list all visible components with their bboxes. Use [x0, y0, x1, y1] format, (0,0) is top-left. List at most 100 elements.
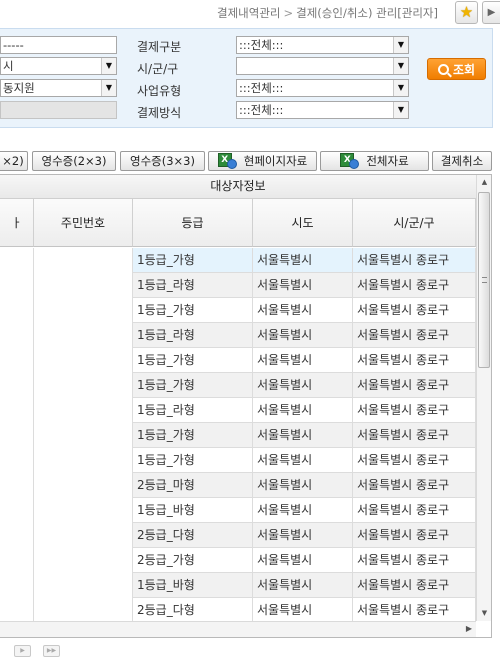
select-business-type[interactable]: :::전체::: ▼ — [236, 79, 409, 97]
cell-id — [34, 248, 133, 273]
table-row[interactable]: 1등급_가형 서울특별시 서울특별시 종로구 — [0, 448, 476, 473]
cell-sigungu: 서울특별시 종로구 — [353, 248, 476, 273]
cell-c0 — [0, 598, 34, 623]
select-sigungu[interactable]: ▼ — [236, 57, 409, 75]
cell-grade: 1등급_바형 — [133, 573, 253, 598]
cell-grade: 1등급_가형 — [133, 248, 253, 273]
chevron-down-icon: ▼ — [393, 37, 408, 53]
table-row[interactable]: 1등급_가형 서울특별시 서울특별시 종로구 — [0, 423, 476, 448]
receipt-2x3-button[interactable]: 영수증(2×3) — [32, 151, 116, 171]
table-row[interactable]: 1등급_라형 서울특별시 서울특별시 종로구 — [0, 323, 476, 348]
export-current-page-button[interactable]: X 현페이지자료 — [208, 151, 317, 171]
select-city[interactable]: 시 ▼ — [0, 57, 117, 75]
receipt-3x3-button[interactable]: 영수증(3×3) — [120, 151, 205, 171]
export-all-button[interactable]: X 전체자료 — [320, 151, 429, 171]
cell-sido: 서울특별시 — [253, 248, 353, 273]
chevron-down-icon: ▼ — [393, 102, 408, 118]
table-row[interactable]: 2등급_마형 서울특별시 서울특별시 종로구 — [0, 473, 476, 498]
cell-sido: 서울특별시 — [253, 498, 353, 523]
table-row[interactable]: 1등급_바형 서울특별시 서울특별시 종로구 — [0, 498, 476, 523]
label-payment-type: 결제구분 — [137, 40, 182, 54]
cell-sigungu: 서울특별시 종로구 — [353, 448, 476, 473]
cell-c0 — [0, 548, 34, 573]
search-field-1[interactable]: ----- — [0, 36, 117, 54]
cell-grade: 2등급_마형 — [133, 473, 253, 498]
cell-id — [34, 573, 133, 598]
table-row[interactable]: 2등급_다형 서울특별시 서울특별시 종로구 — [0, 598, 476, 623]
cell-sido: 서울특별시 — [253, 573, 353, 598]
chevron-right-icon: ▶ — [487, 7, 496, 18]
excel-download-icon: X — [217, 153, 238, 169]
table-row[interactable]: 2등급_가형 서울특별시 서울특별시 종로구 — [0, 548, 476, 573]
cell-c0 — [0, 248, 34, 273]
cell-sigungu: 서울특별시 종로구 — [353, 373, 476, 398]
scroll-thumb[interactable] — [478, 192, 490, 368]
column-header-c0[interactable]: ㅏ — [0, 199, 34, 247]
cell-grade: 2등급_가형 — [133, 548, 253, 573]
breadcrumb: 결제내역관리 > 결제(승인/취소) 관리[관리자] — [217, 5, 438, 21]
table-row[interactable]: 1등급_가형 서울특별시 서울특별시 종로구 — [0, 248, 476, 273]
label-payment-method: 결제방식 — [137, 106, 182, 120]
table-row[interactable]: 1등급_가형 서울특별시 서울특별시 종로구 — [0, 373, 476, 398]
cell-sigungu: 서울특별시 종로구 — [353, 273, 476, 298]
cell-sido: 서울특별시 — [253, 273, 353, 298]
receipt-3x3-label: 영수증(3×3) — [130, 154, 195, 168]
breadcrumb-current: 결제(승인/취소) 관리[관리자] — [296, 6, 438, 20]
cell-id — [34, 523, 133, 548]
cell-sigungu: 서울특별시 종로구 — [353, 573, 476, 598]
cell-sido: 서울특별시 — [253, 423, 353, 448]
cell-sigungu: 서울특별시 종로구 — [353, 498, 476, 523]
last-page-icon[interactable]: ▶▶ — [43, 645, 60, 657]
next-page-icon[interactable]: ▶ — [14, 645, 31, 657]
table-row[interactable]: 1등급_가형 서울특별시 서울특별시 종로구 — [0, 348, 476, 373]
table-row[interactable]: 1등급_가형 서울특별시 서울특별시 종로구 — [0, 298, 476, 323]
more-button[interactable]: ▶ — [482, 1, 500, 24]
table-row[interactable]: 2등급_다형 서울특별시 서울특별시 종로구 — [0, 523, 476, 548]
column-header-sigungu[interactable]: 시/군/구 — [353, 199, 476, 247]
group-header: 대상자정보 — [0, 175, 476, 199]
vertical-scrollbar[interactable]: ▲ ▼ — [476, 175, 491, 621]
column-header-sido[interactable]: 시도 — [253, 199, 353, 247]
star-icon: ★ — [459, 3, 474, 21]
select-branch-value: 동지원 — [3, 81, 35, 95]
column-header-id[interactable]: 주민번호 — [34, 199, 133, 247]
receipt-2x2-button[interactable]: ×2) — [0, 151, 28, 171]
cell-id — [34, 348, 133, 373]
select-payment-method[interactable]: :::전체::: ▼ — [236, 101, 409, 119]
search-field-1-value: ----- — [3, 38, 24, 52]
table-row[interactable]: 1등급_바형 서울특별시 서울특별시 종로구 — [0, 573, 476, 598]
cell-id — [34, 598, 133, 623]
label-business-type: 사업유형 — [137, 84, 182, 98]
cell-id — [34, 498, 133, 523]
cell-grade: 1등급_라형 — [133, 323, 253, 348]
cancel-payment-button[interactable]: 결제취소 — [432, 151, 492, 171]
cell-sigungu: 서울특별시 종로구 — [353, 523, 476, 548]
cell-id — [34, 298, 133, 323]
chevron-down-icon: ▼ — [101, 80, 116, 96]
favorite-button[interactable]: ★ — [455, 1, 478, 24]
cell-c0 — [0, 448, 34, 473]
table-row[interactable]: 1등급_라형 서울특별시 서울특별시 종로구 — [0, 398, 476, 423]
label-sigungu: 시/군/구 — [137, 62, 179, 76]
breadcrumb-parent[interactable]: 결제내역관리 — [217, 6, 280, 20]
horizontal-scrollbar[interactable]: ▶ — [0, 621, 476, 637]
cell-c0 — [0, 323, 34, 348]
scroll-up-icon[interactable]: ▲ — [477, 175, 491, 190]
page: 결제내역관리 > 결제(승인/취소) 관리[관리자] ★ ▶ ----- 시 ▼ 동지… — [0, 0, 500, 663]
cell-sido: 서울특별시 — [253, 523, 353, 548]
cell-sigungu: 서울특별시 종로구 — [353, 348, 476, 373]
cell-id — [34, 473, 133, 498]
cell-sido: 서울특별시 — [253, 598, 353, 623]
scroll-right-icon[interactable]: ▶ — [466, 624, 472, 633]
search-panel: ----- 시 ▼ 동지원 ▼ 결제구분 시/군/구 사업유형 결제방식 :::전체… — [0, 28, 493, 128]
cell-grade: 2등급_다형 — [133, 523, 253, 548]
column-header-grade[interactable]: 등급 — [133, 199, 253, 247]
search-button[interactable]: 조회 — [427, 58, 486, 80]
select-branch[interactable]: 동지원 ▼ — [0, 79, 117, 97]
scroll-down-icon[interactable]: ▼ — [477, 606, 491, 621]
select-payment-type[interactable]: :::전체::: ▼ — [236, 36, 409, 54]
cell-grade: 1등급_가형 — [133, 373, 253, 398]
cell-c0 — [0, 498, 34, 523]
table-row[interactable]: 1등급_라형 서울특별시 서울특별시 종로구 — [0, 273, 476, 298]
select-business-type-value: :::전체::: — [239, 81, 284, 95]
